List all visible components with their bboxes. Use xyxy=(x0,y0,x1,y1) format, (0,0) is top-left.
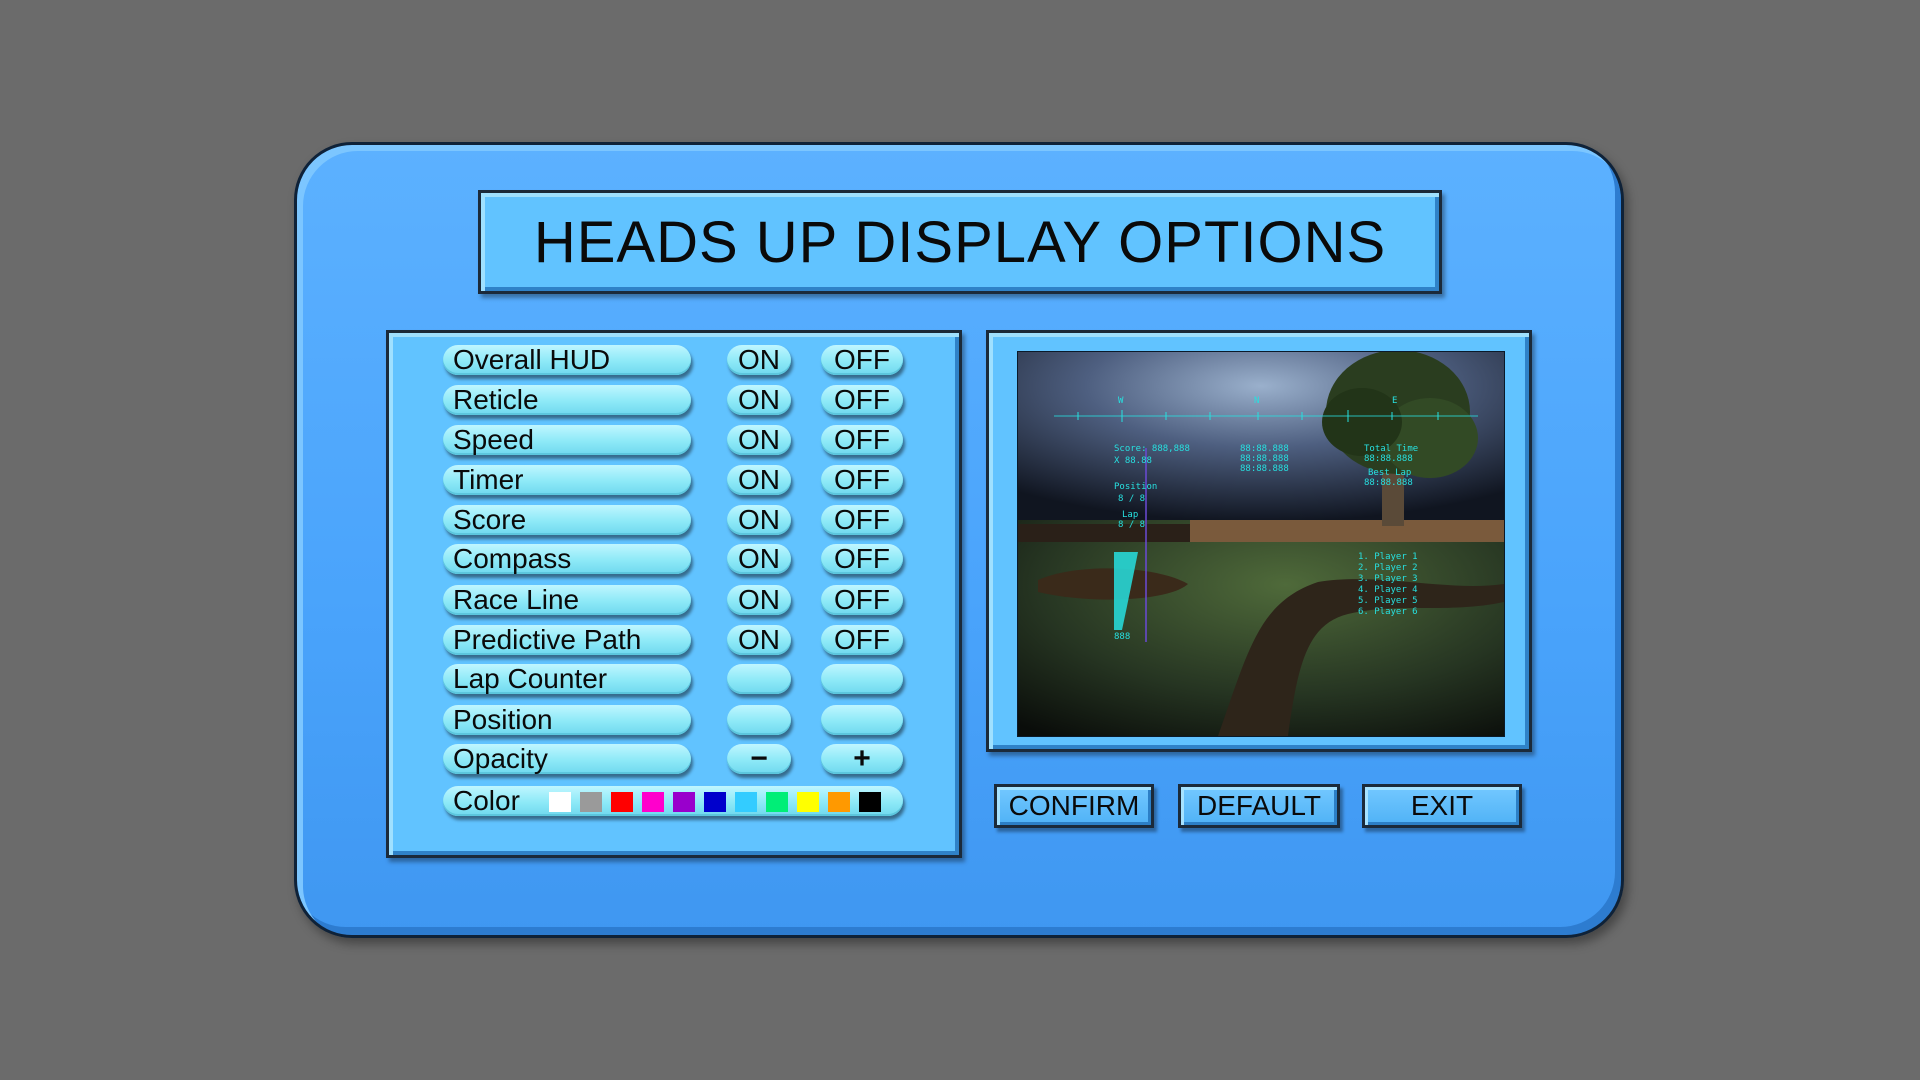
color-swatch[interactable] xyxy=(828,792,850,812)
compass-e: E xyxy=(1392,396,1398,406)
preview-scene xyxy=(1018,352,1504,736)
color-swatch[interactable] xyxy=(673,792,695,812)
option-label-race-line: Race Line xyxy=(443,584,691,615)
standings-entry: 2. Player 2 xyxy=(1358,563,1418,573)
score-on-button[interactable]: ON xyxy=(727,504,791,535)
timer-on-button[interactable]: ON xyxy=(727,464,791,495)
title-banner: HEADS UP DISPLAY OPTIONS xyxy=(478,190,1442,294)
color-swatch[interactable] xyxy=(611,792,633,812)
option-label-predictive-path: Predictive Path xyxy=(443,624,691,655)
standings-entry: 6. Player 6 xyxy=(1358,607,1418,617)
hud-position-value: 8 / 8 xyxy=(1118,494,1146,504)
color-swatch[interactable] xyxy=(642,792,664,812)
standings-entry: 3. Player 3 xyxy=(1358,574,1418,584)
exit-button[interactable]: EXIT xyxy=(1362,784,1522,828)
option-row: Lap Counter xyxy=(389,663,959,698)
speed-off-button[interactable]: OFF xyxy=(821,424,903,455)
default-button[interactable]: DEFAULT xyxy=(1178,784,1340,828)
confirm-button[interactable]: CONFIRM xyxy=(994,784,1154,828)
option-label-compass: Compass xyxy=(443,543,691,574)
option-label-speed: Speed xyxy=(443,424,691,455)
timer-off-button[interactable]: OFF xyxy=(821,464,903,495)
color-swatch[interactable] xyxy=(797,792,819,812)
predictive-path-on-button[interactable]: ON xyxy=(727,624,791,655)
option-label-position: Position xyxy=(443,704,691,735)
option-row: Score ON OFF xyxy=(389,504,959,539)
option-label-overall-hud: Overall HUD xyxy=(443,344,691,375)
compass-on-button[interactable]: ON xyxy=(727,543,791,574)
hud-timer-3: 88:88.888 xyxy=(1240,464,1289,474)
option-label-lap-counter: Lap Counter xyxy=(443,663,691,694)
position-off-button[interactable] xyxy=(821,705,903,735)
lap-counter-on-button[interactable] xyxy=(727,664,791,694)
race-line-off-button[interactable]: OFF xyxy=(821,584,903,615)
option-label-score: Score xyxy=(443,504,691,535)
compass-w: W xyxy=(1118,396,1124,406)
hud-score: Score: 888,888 xyxy=(1114,444,1190,454)
race-line-on-button[interactable]: ON xyxy=(727,584,791,615)
hud-preview-screen: W N E Score: 888,888 X 88.88 Position 8 … xyxy=(1017,351,1505,737)
option-row: Speed ON OFF xyxy=(389,424,959,459)
color-picker: Color xyxy=(443,785,903,816)
opacity-row: Opacity − + xyxy=(389,742,959,778)
score-off-button[interactable]: OFF xyxy=(821,504,903,535)
option-label-timer: Timer xyxy=(443,464,691,495)
predictive-path-off-button[interactable]: OFF xyxy=(821,624,903,655)
lap-counter-off-button[interactable] xyxy=(821,664,903,694)
option-label-color: Color xyxy=(453,785,520,816)
color-swatches xyxy=(549,792,881,812)
color-row: Color xyxy=(389,785,959,820)
reticle-off-button[interactable]: OFF xyxy=(821,384,903,415)
hud-multiplier: X 88.88 xyxy=(1114,456,1152,466)
hud-position-label: Position xyxy=(1114,482,1158,492)
compass-n: N xyxy=(1254,396,1260,406)
option-row: Compass ON OFF xyxy=(389,543,959,578)
option-row: Timer ON OFF xyxy=(389,464,959,499)
hud-speed-value: 888 xyxy=(1114,632,1131,642)
opacity-plus-button[interactable]: + xyxy=(821,742,903,775)
color-swatch[interactable] xyxy=(766,792,788,812)
option-row: Reticle ON OFF xyxy=(389,384,959,419)
standings-entry: 1. Player 1 xyxy=(1358,552,1418,562)
color-swatch[interactable] xyxy=(859,792,881,812)
color-swatch[interactable] xyxy=(549,792,571,812)
overall-hud-on-button[interactable]: ON xyxy=(727,344,791,375)
color-swatch[interactable] xyxy=(580,792,602,812)
color-swatch[interactable] xyxy=(704,792,726,812)
compass-off-button[interactable]: OFF xyxy=(821,543,903,574)
standings-entry: 4. Player 4 xyxy=(1358,585,1418,595)
color-swatch[interactable] xyxy=(735,792,757,812)
hud-total-time-value: 88:88.888 xyxy=(1364,454,1413,464)
overall-hud-off-button[interactable]: OFF xyxy=(821,344,903,375)
option-row: Race Line ON OFF xyxy=(389,584,959,619)
hud-best-lap-value: 88:88.888 xyxy=(1364,478,1413,488)
reticle-on-button[interactable]: ON xyxy=(727,384,791,415)
opacity-minus-button[interactable]: − xyxy=(727,742,791,775)
standings-entry: 5. Player 5 xyxy=(1358,596,1418,606)
option-label-opacity: Opacity xyxy=(443,743,691,774)
speed-on-button[interactable]: ON xyxy=(727,424,791,455)
option-row: Overall HUD ON OFF xyxy=(389,344,959,379)
option-row: Position xyxy=(389,704,959,739)
option-label-reticle: Reticle xyxy=(443,384,691,415)
hud-preview-frame: W N E Score: 888,888 X 88.88 Position 8 … xyxy=(986,330,1532,752)
hud-lap-value: 8 / 8 xyxy=(1118,520,1146,530)
option-row: Predictive Path ON OFF xyxy=(389,624,959,659)
hud-standings: 1. Player 1 2. Player 2 3. Player 3 4. Play… xyxy=(1358,552,1418,618)
position-on-button[interactable] xyxy=(727,705,791,735)
options-list: Overall HUD ON OFF Reticle ON OFF Speed ON OFF Ti… xyxy=(386,330,962,858)
page-title: HEADS UP DISPLAY OPTIONS xyxy=(533,209,1387,275)
